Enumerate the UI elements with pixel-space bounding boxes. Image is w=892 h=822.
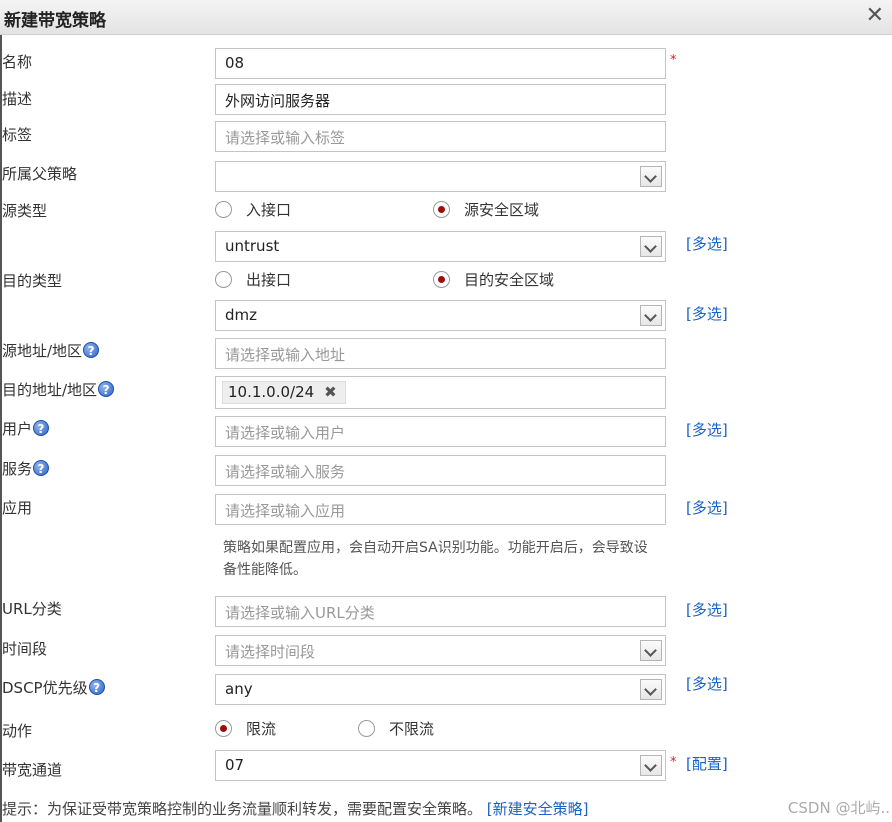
source-zone-multi-select-link[interactable]: [多选] <box>686 233 728 254</box>
time-range-label: 时间段 <box>2 640 48 658</box>
dest-address-tag-text: 10.1.0.0/24 <box>228 383 315 401</box>
name-value: 08 <box>225 54 245 72</box>
bandwidth-channel-value: 07 <box>225 756 245 774</box>
help-icon[interactable]: ? <box>33 420 50 436</box>
user-label-text: 用户 <box>2 420 33 438</box>
radio-label: 源安全区域 <box>464 201 540 219</box>
parent-policy-label: 所属父策略 <box>2 165 78 183</box>
radio-label: 目的安全区域 <box>464 271 555 289</box>
chevron-down-icon[interactable] <box>640 679 662 700</box>
help-icon[interactable]: ? <box>33 460 50 476</box>
remove-tag-icon[interactable]: ✖ <box>324 383 337 401</box>
name-label: 名称 <box>2 53 33 71</box>
source-address-input[interactable]: 请选择或输入地址 <box>215 338 666 369</box>
url-category-multi-select-link[interactable]: [多选] <box>686 599 728 620</box>
dialog-titlebar: 新建带宽策略 ✕ <box>0 0 892 35</box>
chevron-down-icon[interactable] <box>640 755 662 776</box>
close-icon[interactable]: ✕ <box>866 2 884 30</box>
application-note: 策略如果配置应用，会自动开启SA识别功能。功能开启后，会导致设备性能降低。 <box>223 540 648 578</box>
description-label: 描述 <box>2 90 33 108</box>
time-range-placeholder: 请选择时间段 <box>225 643 316 661</box>
description-value: 外网访问服务器 <box>225 92 331 110</box>
tags-input[interactable]: 请选择或输入标签 <box>215 121 666 152</box>
help-icon[interactable]: ? <box>88 679 105 695</box>
application-multi-select-link[interactable]: [多选] <box>686 497 728 518</box>
time-range-select[interactable]: 请选择时间段 <box>215 635 666 666</box>
radio-label: 限流 <box>246 720 277 738</box>
help-icon[interactable]: ? <box>98 381 115 397</box>
name-input[interactable]: 08 <box>215 48 666 79</box>
dest-zone-multi-select-link[interactable]: [多选] <box>686 303 728 324</box>
radio-dest-interface[interactable]: 出接口 <box>215 269 291 290</box>
radio-circle-selected <box>433 271 450 288</box>
radio-circle <box>358 720 375 737</box>
description-input[interactable]: 外网访问服务器 <box>215 84 666 115</box>
dest-address-label-text: 目的地址/地区 <box>2 381 98 399</box>
parent-policy-select[interactable] <box>215 161 666 192</box>
tags-placeholder: 请选择或输入标签 <box>225 129 346 147</box>
user-multi-select-link[interactable]: [多选] <box>686 419 728 440</box>
dest-zone-select[interactable]: dmz <box>215 300 666 331</box>
footer-hint-text: 提示：为保证受带宽策略控制的业务流量顺利转发，需要配置安全策略。 <box>2 800 483 818</box>
tags-label: 标签 <box>2 126 33 144</box>
url-category-input[interactable]: 请选择或输入URL分类 <box>215 596 666 627</box>
dscp-select[interactable]: any <box>215 674 666 705</box>
source-zone-select[interactable]: untrust <box>215 231 666 262</box>
radio-source-interface[interactable]: 入接口 <box>215 199 291 220</box>
chevron-down-icon[interactable] <box>640 236 662 257</box>
radio-action-no-limit[interactable]: 不限流 <box>358 718 434 739</box>
new-security-policy-link[interactable]: [新建安全策略] <box>487 800 589 818</box>
radio-circle-selected <box>433 201 450 218</box>
radio-circle <box>215 271 232 288</box>
radio-source-zone[interactable]: 源安全区域 <box>433 199 539 220</box>
radio-circle-selected <box>215 720 232 737</box>
dest-zone-value: dmz <box>225 306 258 324</box>
bandwidth-channel-required-mark: * <box>670 755 677 770</box>
dscp-label: DSCP优先级? <box>2 677 105 698</box>
chevron-down-icon[interactable] <box>640 166 662 187</box>
source-type-label: 源类型 <box>2 202 48 220</box>
bandwidth-channel-label: 带宽通道 <box>2 761 63 779</box>
bandwidth-channel-select[interactable]: 07 <box>215 750 666 781</box>
source-address-label-text: 源地址/地区 <box>2 342 83 360</box>
action-label: 动作 <box>2 722 33 740</box>
name-required-mark: * <box>670 53 677 68</box>
radio-label: 不限流 <box>389 720 435 738</box>
user-label: 用户? <box>2 418 50 439</box>
radio-circle <box>215 201 232 218</box>
chevron-down-icon[interactable] <box>640 640 662 661</box>
footer-hint: 提示：为保证受带宽策略控制的业务流量顺利转发，需要配置安全策略。 [新建安全策略… <box>2 798 589 819</box>
watermark: CSDN @北屿.. <box>787 799 890 817</box>
application-placeholder: 请选择或输入应用 <box>225 502 346 520</box>
url-category-label: URL分类 <box>2 600 62 618</box>
dscp-label-text: DSCP优先级 <box>2 679 88 697</box>
application-label: 应用 <box>2 499 33 517</box>
dest-address-label: 目的地址/地区? <box>2 379 115 400</box>
source-address-placeholder: 请选择或输入地址 <box>225 346 346 364</box>
user-input[interactable]: 请选择或输入用户 <box>215 416 666 447</box>
bandwidth-channel-config-link[interactable]: [配置] <box>686 753 728 774</box>
help-icon[interactable]: ? <box>83 342 100 358</box>
source-address-label: 源地址/地区? <box>2 340 100 361</box>
radio-label: 出接口 <box>246 271 292 289</box>
dest-address-input[interactable]: 10.1.0.0/24 ✖ <box>215 376 666 409</box>
dscp-value: any <box>225 680 253 698</box>
chevron-down-icon[interactable] <box>640 305 662 326</box>
dest-type-label: 目的类型 <box>2 272 63 290</box>
radio-action-limit[interactable]: 限流 <box>215 718 276 739</box>
dscp-multi-select-link[interactable]: [多选] <box>686 673 728 694</box>
source-zone-value: untrust <box>225 237 280 255</box>
service-input[interactable]: 请选择或输入服务 <box>215 455 666 486</box>
service-placeholder: 请选择或输入服务 <box>225 463 346 481</box>
dest-address-tag: 10.1.0.0/24 ✖ <box>222 381 346 404</box>
dialog-title: 新建带宽策略 <box>4 11 106 31</box>
service-label-text: 服务 <box>2 460 33 478</box>
application-input[interactable]: 请选择或输入应用 <box>215 494 666 525</box>
url-category-placeholder: 请选择或输入URL分类 <box>225 604 375 622</box>
user-placeholder: 请选择或输入用户 <box>225 424 346 442</box>
service-label: 服务? <box>2 458 50 479</box>
radio-label: 入接口 <box>246 201 292 219</box>
radio-dest-zone[interactable]: 目的安全区域 <box>433 269 554 290</box>
